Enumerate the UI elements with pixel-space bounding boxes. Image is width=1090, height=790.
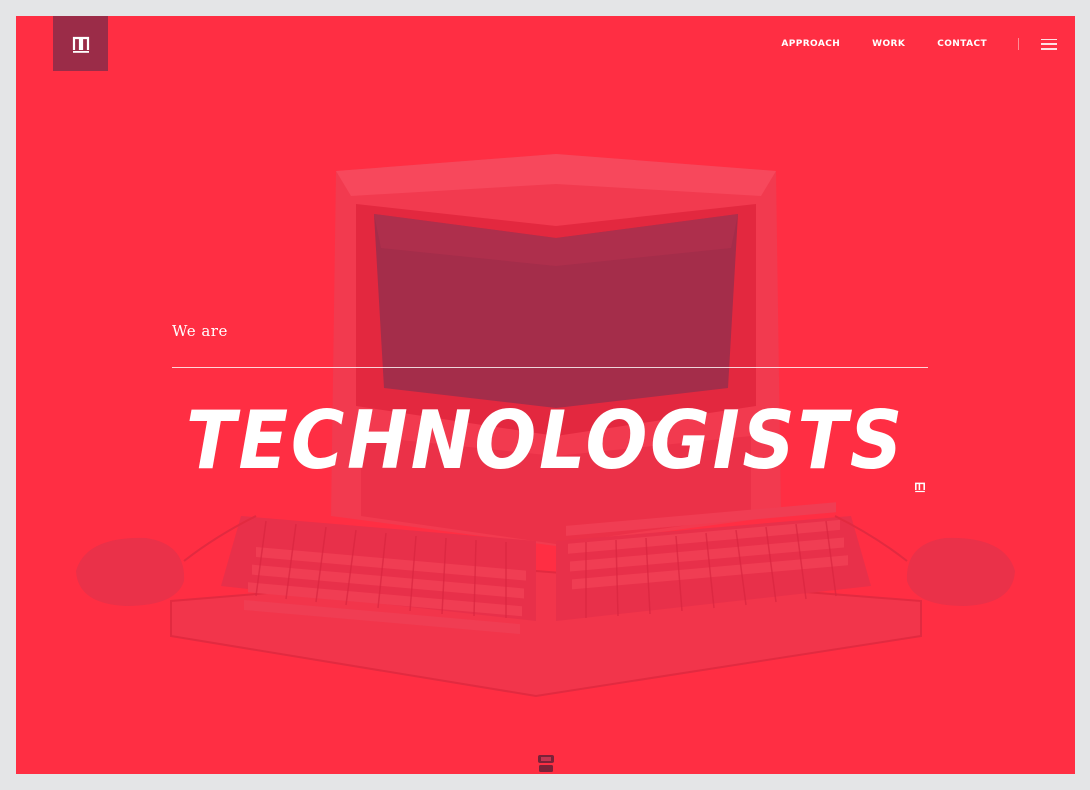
hero-divider	[172, 367, 928, 368]
hero-intro-text: We are	[172, 322, 228, 340]
monogram-logo-icon	[72, 36, 89, 53]
monogram-small-icon	[915, 482, 925, 493]
hero-section: APPROACH WORK CONTACT We are TECHNOLOGIS…	[16, 16, 1075, 774]
main-nav: APPROACH WORK CONTACT	[781, 37, 1057, 51]
nav-link-contact[interactable]: CONTACT	[937, 37, 987, 51]
nav-divider	[1018, 38, 1019, 50]
hero-headline: TECHNOLOGISTS	[186, 394, 906, 487]
hamburger-menu-icon[interactable]	[1041, 38, 1057, 50]
logo-button[interactable]	[53, 16, 108, 71]
nav-link-approach[interactable]: APPROACH	[781, 37, 840, 51]
nav-link-work[interactable]: WORK	[872, 37, 905, 51]
scroll-down-icon[interactable]	[536, 753, 556, 774]
